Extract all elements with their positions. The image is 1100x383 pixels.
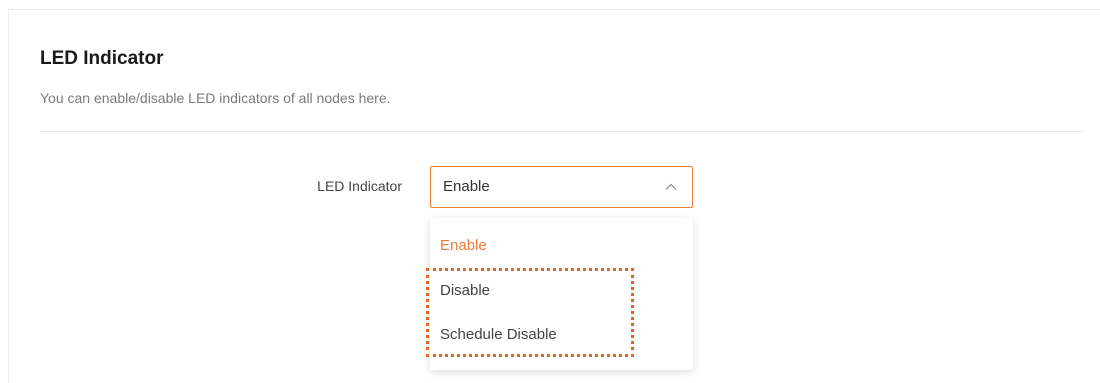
page: LED Indicator You can enable/disable LED… [0, 0, 1100, 383]
dropdown-option-schedule-disable[interactable]: Schedule Disable [440, 326, 557, 344]
led-indicator-dropdown-menu: Enable Disable Schedule Disable [430, 218, 693, 370]
section-description: You can enable/disable LED indicators of… [40, 90, 391, 106]
section-title: LED Indicator [40, 48, 164, 69]
led-indicator-selected-value: Enable [443, 178, 490, 195]
section-divider [40, 131, 1084, 132]
led-indicator-label: LED Indicator [317, 178, 402, 194]
dropdown-option-disable[interactable]: Disable [440, 282, 490, 300]
led-indicator-select[interactable]: Enable [430, 166, 693, 208]
chevron-up-icon [665, 183, 677, 190]
dropdown-option-enable[interactable]: Enable [440, 237, 487, 255]
